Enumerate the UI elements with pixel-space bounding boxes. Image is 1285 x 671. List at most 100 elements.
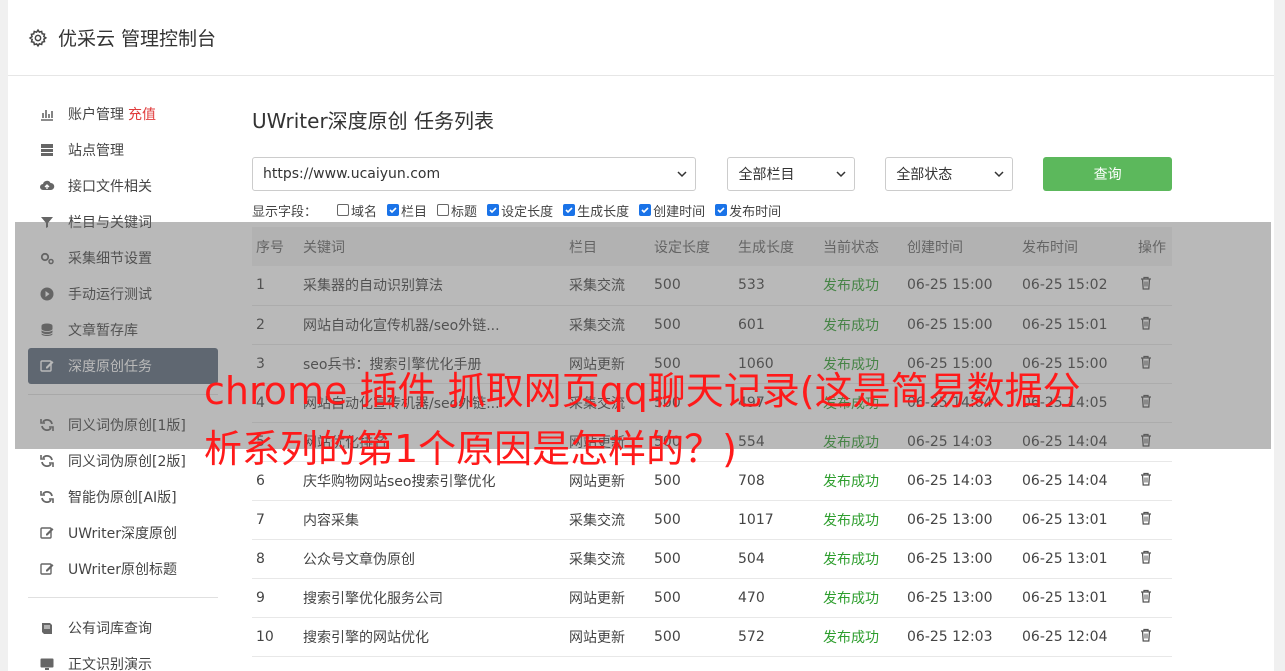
bar-chart-icon <box>38 105 56 123</box>
table-cell: 采集交流 <box>565 500 650 540</box>
table-cell: 发布成功 <box>819 500 903 540</box>
trash-icon[interactable] <box>1138 393 1154 409</box>
trash-icon[interactable] <box>1138 549 1154 565</box>
table-cell: 3 <box>252 344 299 384</box>
sidebar-item-11[interactable]: 智能伪原创[AI版] <box>28 479 218 515</box>
sidebar-item-7[interactable]: 文章暂存库 <box>28 312 218 348</box>
query-button[interactable]: 查询 <box>1043 157 1172 191</box>
recharge-link[interactable]: 充值 <box>128 104 156 124</box>
display-fields: 显示字段： 域名 栏目 标题 设定长度 生成长度 创建时间 发布时间 <box>252 197 1172 223</box>
sidebar-item-12[interactable]: UWriter深度原创 <box>28 515 218 551</box>
table-cell: 06-25 15:00 <box>903 344 1018 384</box>
table-cell: 采集器的自动识别算法 <box>299 266 565 306</box>
display-fields-label: 显示字段： <box>252 204 318 220</box>
table-row: 9 搜索引擎优化服务公司 网站更新 500 470 发布成功 06-25 13:00 06-2… <box>252 578 1172 618</box>
table-cell: 网站更新 <box>565 422 650 462</box>
field-checkbox[interactable]: 创建时间 <box>639 201 705 220</box>
checkbox-checked-icon[interactable] <box>715 204 728 216</box>
delete-button[interactable] <box>1134 266 1172 306</box>
trash-icon[interactable] <box>1138 275 1154 291</box>
table-cell: 06-25 13:00 <box>903 539 1018 579</box>
sidebar-item-label: 账户管理 <box>68 107 124 123</box>
field-checkbox[interactable]: 设定长度 <box>487 201 553 220</box>
sidebar-item-1[interactable]: 账户管理 充值 <box>28 96 218 132</box>
table-cell: 采集交流 <box>565 266 650 306</box>
delete-button[interactable] <box>1134 383 1172 423</box>
field-checkbox[interactable]: 栏目 <box>387 201 427 220</box>
server-icon <box>38 141 56 159</box>
table-cell: 7 <box>252 500 299 540</box>
header: 优采云 管理控制台 <box>8 0 1274 76</box>
table-cell: 发布成功 <box>819 539 903 579</box>
sidebar-item-9[interactable]: 同义词伪原创[1版] <box>28 407 218 443</box>
table-cell: 06-25 13:00 <box>903 500 1018 540</box>
table-cell: 500 <box>650 578 734 618</box>
checkbox-checked-icon[interactable] <box>487 204 500 216</box>
field-checkbox[interactable]: 生成长度 <box>563 201 629 220</box>
checkbox-checked-icon[interactable] <box>639 204 652 216</box>
delete-button[interactable] <box>1134 539 1172 579</box>
table-cell: 06-25 15:00 <box>903 266 1018 306</box>
sidebar: 账户管理 充值 站点管理 接口文件相关 栏目与关键词 采集细节设置 手动运行测试 文章暂存库深… <box>28 96 218 671</box>
table-cell: 网站自动化宣传机器/seo外链... <box>299 305 565 345</box>
table-cell: 1 <box>252 266 299 306</box>
checkbox-checked-icon[interactable] <box>387 204 400 216</box>
sidebar-item-label: 公有词库查询 <box>68 621 152 637</box>
checkbox-unchecked-icon[interactable] <box>337 204 350 216</box>
trash-icon[interactable] <box>1138 432 1154 448</box>
filter-icon <box>38 213 56 231</box>
column-header: 序号 <box>256 239 284 256</box>
trash-icon[interactable] <box>1138 471 1154 487</box>
sidebar-divider <box>28 394 218 395</box>
checkbox-checked-icon[interactable] <box>563 204 576 216</box>
table-row: 8 公众号文章伪原创 采集交流 500 504 发布成功 06-25 13:00 06-25 … <box>252 539 1172 579</box>
sidebar-item-13[interactable]: UWriter原创标题 <box>28 551 218 587</box>
sidebar-item-3[interactable]: 接口文件相关 <box>28 168 218 204</box>
edit-icon <box>38 524 56 542</box>
field-checkbox[interactable]: 标题 <box>437 201 477 220</box>
trash-icon[interactable] <box>1138 510 1154 526</box>
trash-icon[interactable] <box>1138 588 1154 604</box>
table-cell: 10 <box>252 617 299 657</box>
sidebar-item-5[interactable]: 采集细节设置 <box>28 240 218 276</box>
trash-icon[interactable] <box>1138 315 1154 331</box>
field-checkbox-label: 创建时间 <box>653 204 706 220</box>
table-cell: 网站更新 <box>565 461 650 501</box>
sidebar-item-14[interactable]: 公有词库查询 <box>28 610 218 646</box>
delete-button[interactable] <box>1134 461 1172 501</box>
sidebar-item-4[interactable]: 栏目与关键词 <box>28 204 218 240</box>
table-cell: 470 <box>734 578 819 618</box>
sidebar-item-8[interactable]: 深度原创任务 <box>28 348 218 384</box>
delete-button[interactable] <box>1134 344 1172 384</box>
table-cell: 发布成功 <box>819 344 903 384</box>
table-cell: 4 <box>252 383 299 423</box>
field-checkbox[interactable]: 域名 <box>337 201 377 220</box>
category-select[interactable]: 全部栏目 <box>727 157 856 191</box>
delete-button[interactable] <box>1134 422 1172 462</box>
sidebar-item-15[interactable]: 正文识别演示 <box>28 646 218 671</box>
delete-button[interactable] <box>1134 305 1172 345</box>
sidebar-item-2[interactable]: 站点管理 <box>28 132 218 168</box>
task-table: 序号 关键词 栏目 设定长度 生成长度 当前状态 创建时间 发布时间 操作 1 采集器的自动识别算… <box>252 227 1172 657</box>
table-cell: 708 <box>734 461 819 501</box>
status-select-value: 全部状态 <box>896 167 953 183</box>
sidebar-item-label: 手动运行测试 <box>68 287 152 303</box>
sidebar-item-10[interactable]: 同义词伪原创[2版] <box>28 443 218 479</box>
column-header: 当前状态 <box>823 239 879 256</box>
table-cell: 06-25 13:01 <box>1018 500 1134 540</box>
delete-button[interactable] <box>1134 617 1172 657</box>
refresh-icon <box>38 452 56 470</box>
database-icon <box>38 321 56 339</box>
delete-button[interactable] <box>1134 578 1172 618</box>
field-checkbox[interactable]: 发布时间 <box>715 201 781 220</box>
status-select[interactable]: 全部状态 <box>885 157 1014 191</box>
table-row: 7 内容采集 采集交流 500 1017 发布成功 06-25 13:00 06-25 13:… <box>252 500 1172 540</box>
sidebar-item-6[interactable]: 手动运行测试 <box>28 276 218 312</box>
site-select[interactable]: https://www.ucaiyun.com <box>252 157 697 191</box>
monitor-icon <box>38 655 56 671</box>
trash-icon[interactable] <box>1138 627 1154 643</box>
trash-icon[interactable] <box>1138 354 1154 370</box>
delete-button[interactable] <box>1134 500 1172 540</box>
table-cell: 06-25 15:00 <box>903 305 1018 345</box>
checkbox-unchecked-icon[interactable] <box>437 204 450 216</box>
